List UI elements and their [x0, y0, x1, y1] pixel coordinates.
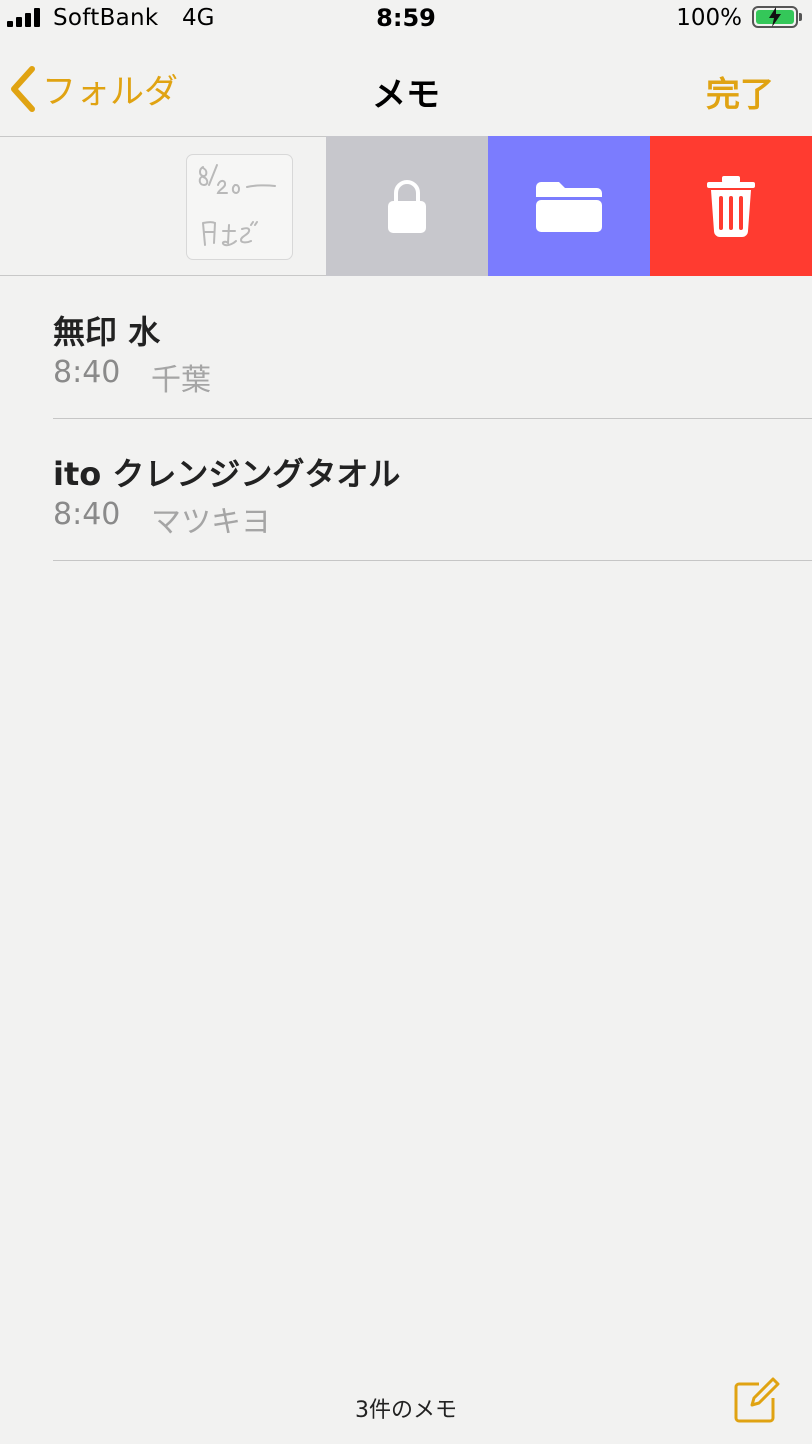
note-title: 無印 水: [53, 313, 161, 351]
note-time: 8:40: [53, 497, 121, 532]
lock-icon: [388, 180, 426, 233]
note-row[interactable]: ito クレンジングタオル 8:40 マツキヨ: [53, 419, 812, 561]
note-row[interactable]: 無印 水 8:40 千葉: [53, 277, 812, 419]
battery-percentage: 100%: [676, 5, 742, 31]
navigation-bar: フォルダ メモ 完了: [0, 50, 812, 130]
page-title: メモ: [372, 75, 440, 115]
note-count: 3件のメモ: [355, 1398, 457, 1423]
note-time: 8:40: [53, 355, 121, 390]
folder-icon: [536, 182, 602, 232]
status-bar: SoftBank 4G 8:59 100%: [0, 0, 812, 36]
battery-icon: [752, 6, 802, 28]
swiped-note-row[interactable]: [0, 136, 812, 277]
move-to-folder-button[interactable]: [488, 136, 650, 276]
delete-note-button[interactable]: [650, 136, 812, 276]
compose-button[interactable]: [733, 1376, 781, 1424]
note-thumbnail: [186, 154, 293, 260]
note-title: ito クレンジングタオル: [53, 455, 401, 493]
done-button[interactable]: 完了: [706, 67, 774, 116]
compose-icon: [734, 1377, 780, 1423]
trash-icon: [707, 176, 755, 237]
note-preview: マツキヨ: [151, 505, 271, 540]
swiped-note-cell[interactable]: [0, 136, 326, 276]
note-preview: 千葉: [151, 363, 211, 398]
lock-note-button[interactable]: [326, 136, 488, 276]
